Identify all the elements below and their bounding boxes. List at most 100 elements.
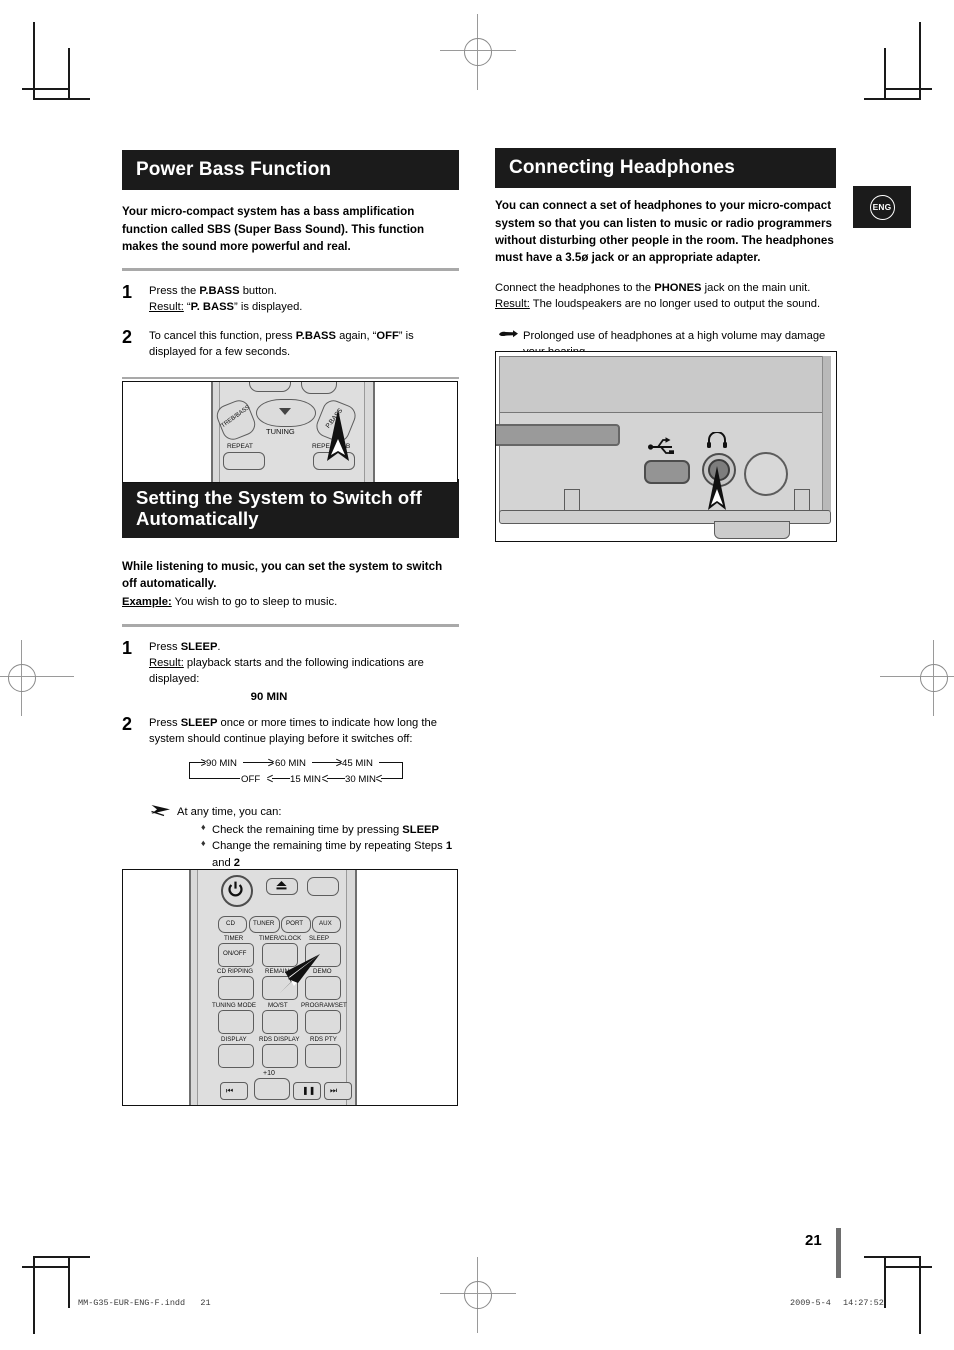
divider-rule-top	[122, 267, 459, 271]
step2-display-value: OFF	[376, 329, 399, 342]
note-bullet-2-text-c: and	[212, 857, 234, 870]
sleep-step2-text-1: Press	[149, 716, 181, 729]
headphone-icon	[707, 432, 727, 448]
power-icon	[228, 881, 243, 897]
sleep-step1-text-1: Press	[149, 640, 181, 653]
cycle-label-90min: 90 MIN	[206, 758, 237, 770]
page-number: 21	[805, 1232, 822, 1249]
step1-text-c: button.	[239, 284, 277, 297]
page-number-bar	[836, 1228, 841, 1278]
remote-key-aux-label: AUX	[319, 920, 332, 927]
step2-text-3: again, “	[335, 329, 377, 342]
example-label: Example:	[122, 596, 172, 609]
remote-key-mute-label: MUTE	[257, 382, 273, 383]
cycle-label-30min: 30 MIN	[345, 774, 376, 786]
cycle-label-45min: 45 MIN	[342, 758, 373, 770]
headphones-intro-text: You can connect a set of headphones to y…	[495, 199, 834, 264]
sleep-step1-result: playback starts and the following indica…	[149, 656, 424, 685]
step1-display-value: P. BASS	[190, 300, 234, 313]
remote-label-mo-st: MO/ST	[268, 1002, 288, 1009]
sleep-default-value: 90 MIN	[250, 691, 288, 704]
step-1-sleep: 1 Press SLEEP. Result: playback starts a…	[122, 638, 459, 706]
section-heading-power-bass: Power Bass Function	[122, 150, 459, 191]
step2-text-1: To cancel this function, press	[149, 329, 296, 342]
result-label: Result:	[149, 656, 184, 669]
remote-key-next	[324, 1082, 352, 1100]
left-column: Power Bass Function Your micro-compact s…	[122, 150, 459, 917]
auto-switch-off-heading-line2: Automatically	[136, 508, 259, 530]
remote-key-pause-icon: ❚❚	[302, 1086, 316, 1095]
language-badge: ENG	[853, 186, 911, 228]
remote-label-tuning-mode: TUNING MODE	[212, 1002, 256, 1009]
note-bullet-2-step-2: 2	[233, 857, 241, 870]
remote-label-cd-ripping: CD RIPPING	[217, 968, 254, 975]
sleep-step1-text-3: .	[217, 640, 221, 653]
remote-label-program-set: PROGRAM/SET	[301, 1002, 347, 1009]
remote-key-cd-label: CD	[226, 920, 235, 927]
note-bullet-1: Check the remaining time by pressing SLE…	[201, 821, 459, 839]
remote-label-timer-clock: TIMER/CLOCK	[259, 935, 302, 942]
remote-key-tuner-label: TUNER	[253, 920, 275, 927]
result-label: Result:	[149, 300, 184, 313]
volume-knob	[744, 452, 788, 496]
auto-switch-off-heading-line1: Setting the System to Switch off	[136, 486, 422, 508]
cd-slot	[496, 424, 620, 446]
result-label: Result:	[495, 298, 530, 311]
step2-button-name: P.BASS	[295, 329, 336, 342]
footer-date: 2009-5-4	[790, 1298, 831, 1308]
step-number: 2	[122, 326, 133, 347]
right-column: Connecting Headphones You can connect a …	[495, 148, 836, 360]
remote-repeat-label: REPEAT	[227, 443, 253, 450]
headphones-body-result: Result: The loudspeakers are no longer u…	[495, 296, 836, 312]
remote-key-rds-pty	[305, 1044, 341, 1068]
divider-rule-bottom	[122, 376, 459, 379]
step-number: 1	[122, 637, 133, 658]
pointing-hand-icon	[497, 329, 519, 346]
tuning-down-chevron-icon	[279, 408, 291, 415]
note-bullet-2-text-a: Change the remaining time by repeating S…	[212, 840, 446, 853]
remote-key-mo-st	[262, 1010, 298, 1034]
note-bullet-2: Change the remaining time by repeating S…	[201, 837, 459, 872]
section-heading-connecting-headphones: Connecting Headphones	[495, 148, 836, 189]
step-number: 1	[122, 281, 133, 302]
step1-text-a: Press the	[149, 284, 200, 297]
step1-button-name: P.BASS	[199, 284, 240, 297]
remote-key-prev-icon: ⏮	[226, 1086, 234, 1095]
remote-label-timer: TIMER	[224, 935, 244, 942]
cycle-label-15min: 15 MIN	[290, 774, 321, 786]
example-line: Example: You wish to go to sleep to musi…	[122, 594, 459, 610]
remote-label-rds-pty: RDS PTY	[310, 1036, 337, 1043]
remote-key-prev	[220, 1082, 248, 1100]
footer-file-name: MM-G35-EUR-ENG-F.indd 21	[78, 1298, 211, 1308]
eject-icon	[276, 881, 287, 890]
remote-key-repeat	[223, 452, 265, 470]
note-bullet-list: Check the remaining time by pressing SLE…	[177, 821, 459, 872]
remote-label-sleep: SLEEP	[309, 935, 329, 942]
footer-time: 14:27:52	[843, 1298, 884, 1308]
remote-full-figure: CD TUNER PORT AUX TIMER TIMER/CLOCK SLEE…	[122, 869, 458, 1106]
headphones-body-a: Connect the headphones to the	[495, 282, 655, 295]
remote-key-plus-ten	[254, 1078, 290, 1100]
sleep-tip-note: At any time, you can: Check the remainin…	[149, 804, 459, 872]
step1-result-a: “	[183, 300, 191, 313]
unit-right-edge	[822, 356, 831, 511]
remote-key-port-label: PORT	[286, 920, 304, 927]
remote-label-on-off: ON/OFF	[223, 950, 247, 957]
headphones-jack-name: PHONES	[654, 282, 702, 295]
pointer-cursor-icon	[327, 409, 349, 461]
note-heading: At any time, you can:	[177, 806, 282, 819]
section-heading-auto-switch-off: Setting the System to Switch off Automat…	[122, 478, 459, 539]
remote-label-rds-display: RDS DISPLAY	[259, 1036, 300, 1043]
remote-key-next-icon: ⏭	[330, 1086, 338, 1095]
divider-rule-sleep	[122, 623, 459, 627]
remote-key-cd-ripping	[218, 976, 254, 1000]
power-bass-intro-text: Your micro-compact system has a bass amp…	[122, 205, 425, 253]
note-arrow-icon	[151, 804, 171, 822]
step-1-power-bass: 1 Press the P.BASS button. Result: “P. B…	[122, 282, 459, 316]
remote-label-display: DISPLAY	[221, 1036, 247, 1043]
note-bullet-1-button: SLEEP	[402, 823, 439, 836]
pointer-cursor-icon	[708, 466, 726, 510]
remote-key-top-right-blank	[307, 877, 339, 896]
cycle-label-off: OFF	[241, 774, 261, 786]
headphones-body-c: jack on the main unit.	[701, 282, 811, 295]
